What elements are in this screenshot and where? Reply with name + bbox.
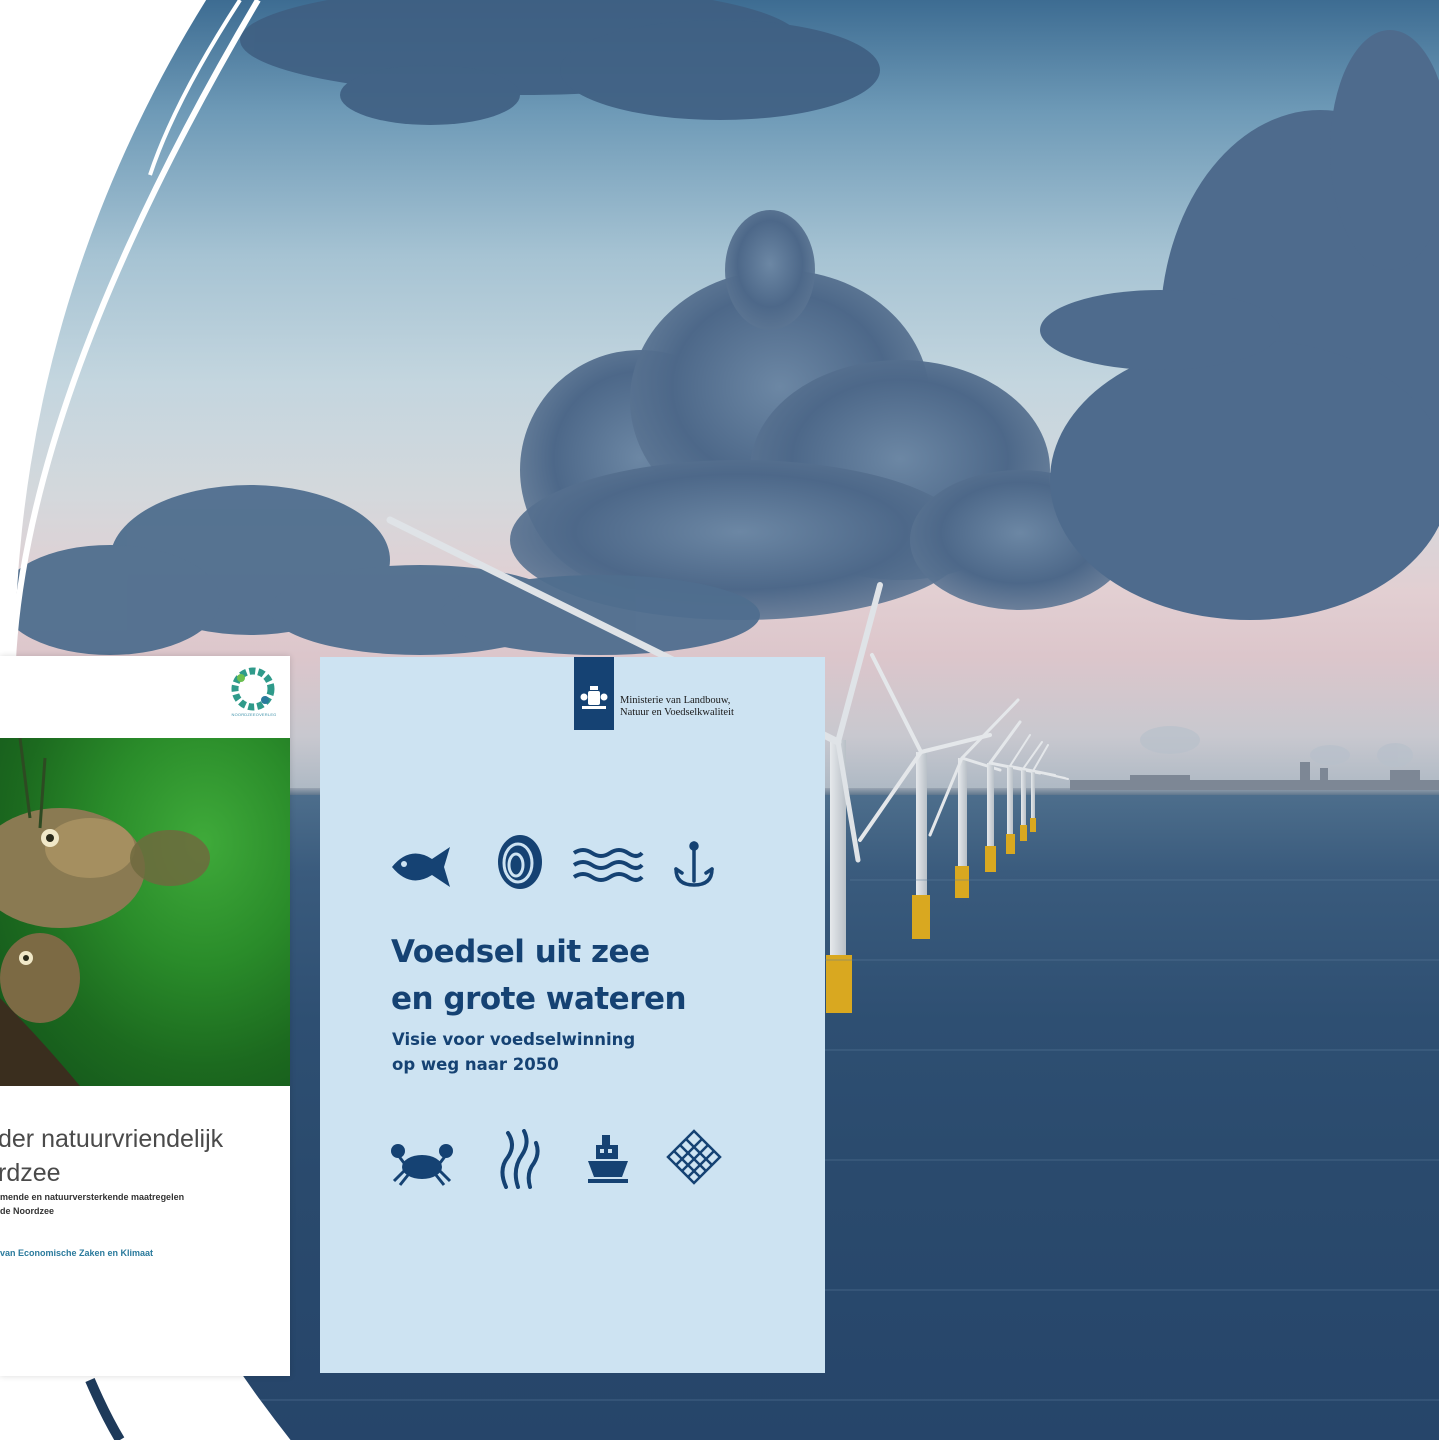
cuttlefish-photo	[0, 738, 290, 1086]
report-subtitle-line-2: op weg naar 2050	[392, 1055, 559, 1074]
cover-subtitle-line-1: mende en natuurversterkende maatregelen	[0, 1192, 185, 1202]
fish-icon	[392, 847, 450, 887]
cuttlefish-drawing	[0, 738, 210, 1086]
cover-subtitle-line-2: de Noordzee	[0, 1206, 55, 1216]
waves-icon	[572, 848, 644, 882]
report-title-line-2: en grote wateren	[391, 981, 687, 1017]
top-cloud	[240, 0, 880, 125]
ship-icon	[588, 1135, 628, 1183]
report-cover-noordzee[interactable]: NOORDZEEOVERLEG der natuurvriendelijk rd…	[0, 656, 290, 1376]
presentation-slide: NOORDZEEOVERLEG der natuurvriendelijk rd…	[0, 0, 1439, 1440]
shell-icon	[498, 835, 542, 889]
smoke	[1140, 726, 1413, 767]
ministry-name-line-1: Ministerie van Landbouw,	[620, 695, 731, 706]
seaweed-icon	[500, 1129, 540, 1189]
coat-of-arms-icon	[580, 686, 608, 709]
central-cloud	[510, 210, 1130, 620]
noordzeeoverleg-logo-icon	[231, 667, 275, 711]
ministry-name: Ministerie van Landbouw, Natuur en Voeds…	[620, 695, 734, 719]
report-title: Voedsel uit zee en grote wateren	[391, 929, 687, 1023]
cover-title-line-1: der natuurvriendelijk	[0, 1125, 224, 1153]
fishing-net-icon	[666, 1129, 722, 1185]
crab-icon	[391, 1144, 453, 1186]
distant-shore	[1070, 762, 1439, 790]
report-cover-voedsel-uit-zee[interactable]: Ministerie van Landbouw, Natuur en Voeds…	[320, 657, 825, 1373]
ministry-logo-bar	[574, 657, 614, 730]
cover-title-line-2: rdzee	[0, 1159, 61, 1187]
ministry-name-line-2: Natuur en Voedselkwaliteit	[620, 707, 734, 718]
report-title-line-1: Voedsel uit zee	[391, 934, 650, 970]
report-subtitle: Visie voor voedselwinning op weg naar 20…	[392, 1027, 635, 1077]
fishhook-icon	[674, 841, 714, 887]
cover-subtitle: mende en natuurversterkende maatregelen …	[0, 1190, 290, 1218]
report-subtitle-line-1: Visie voor voedselwinning	[392, 1030, 636, 1049]
cover-organisation: van Economische Zaken en Klimaat	[0, 1248, 154, 1258]
right-cloud	[1040, 30, 1439, 620]
logo-caption: NOORDZEEOVERLEG	[231, 712, 277, 717]
